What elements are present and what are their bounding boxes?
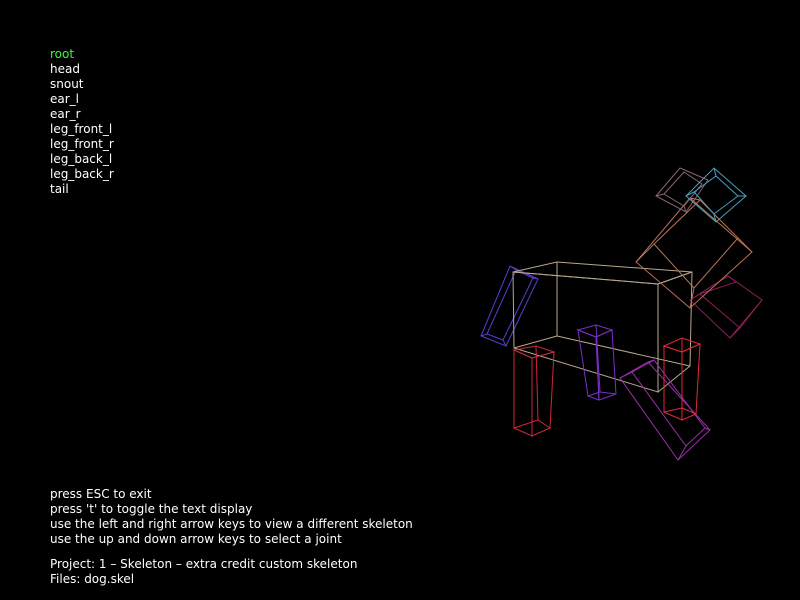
ear-l-bone — [655, 167, 709, 213]
help-line-exit: press ESC to exit — [50, 487, 152, 501]
help-line-toggle: press 't' to toggle the text display — [50, 502, 253, 516]
help-line-joint-keys: use the up and down arrow keys to select… — [50, 532, 342, 546]
leg-front-l-bone — [512, 345, 556, 437]
tail-bone — [480, 265, 539, 347]
help-line-skeleton-keys: use the left and right arrow keys to vie… — [50, 517, 413, 531]
project-label: Project: 1 – Skeleton – extra credit cus… — [50, 557, 358, 571]
help-text: press ESC to exit press 't' to toggle th… — [50, 487, 413, 587]
leg-back-r-bone — [662, 337, 702, 421]
head-bone — [635, 197, 753, 309]
ear-r-bone — [685, 167, 747, 223]
snout-bone — [689, 275, 763, 339]
leg-front-r-bone — [576, 324, 617, 401]
help-spacer — [50, 547, 413, 557]
files-label: Files: dog.skel — [50, 572, 135, 586]
